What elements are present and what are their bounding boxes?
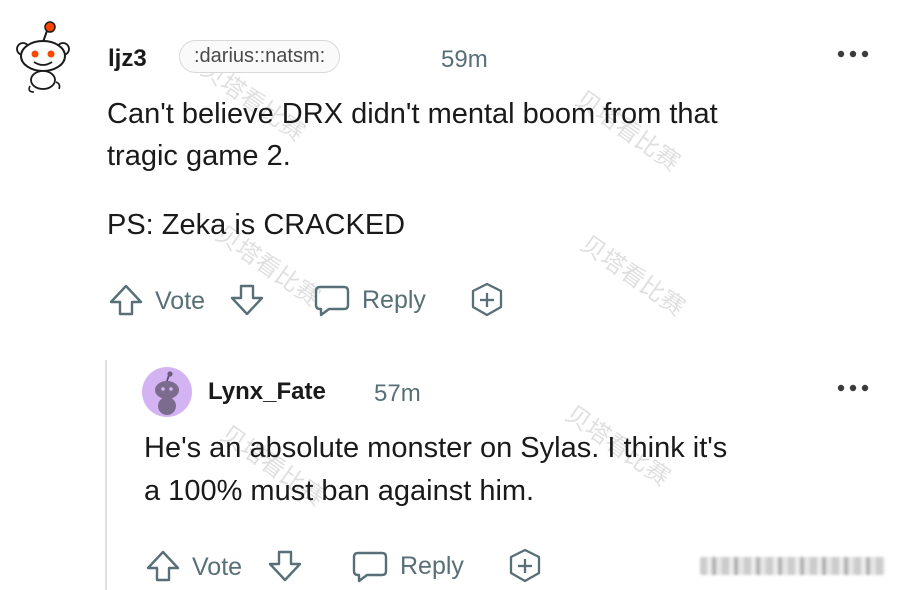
- comment-body-line: PS: Zeka is CRACKED: [107, 209, 406, 241]
- reply-body-line: He's an absolute monster on Sylas. I thi…: [144, 432, 728, 464]
- comment-username[interactable]: ljz3: [108, 45, 147, 73]
- thread-line[interactable]: [105, 360, 107, 590]
- user-flair: :darius::natsm:: [179, 40, 341, 73]
- blurred-watermark: [700, 557, 885, 575]
- avatar[interactable]: [142, 367, 192, 417]
- vote-label: Vote: [155, 287, 206, 315]
- comment-body-line: Can't believe DRX didn't mental boom fro…: [107, 98, 718, 130]
- downvote-icon[interactable]: [227, 280, 267, 320]
- upvote-icon[interactable]: [143, 546, 183, 586]
- comment-timestamp: 59m: [441, 46, 488, 73]
- reply-button[interactable]: Reply: [350, 546, 490, 586]
- comment-body-line: tragic game 2.: [107, 140, 291, 172]
- avatar[interactable]: [12, 20, 74, 94]
- snoo-avatar-icon: [155, 371, 179, 415]
- reply-label: Reply: [400, 552, 464, 580]
- more-options-icon[interactable]: [836, 46, 870, 64]
- snoo-avatar-icon: [16, 21, 70, 93]
- reply-button[interactable]: Reply: [312, 280, 452, 320]
- reply-icon: [352, 551, 388, 583]
- reply-body-line: a 100% must ban against him.: [144, 475, 535, 507]
- vote-label: Vote: [192, 553, 243, 581]
- downvote-icon[interactable]: [265, 546, 305, 586]
- reply-timestamp: 57m: [374, 380, 421, 407]
- more-options-icon[interactable]: [836, 380, 870, 398]
- reply-username[interactable]: Lynx_Fate: [208, 378, 326, 406]
- reply-label: Reply: [362, 286, 426, 314]
- award-icon[interactable]: [467, 280, 507, 320]
- upvote-icon[interactable]: [106, 280, 146, 320]
- reply-icon: [314, 285, 350, 317]
- watermark: 贝塔看比赛: [575, 229, 690, 322]
- award-icon[interactable]: [505, 546, 545, 586]
